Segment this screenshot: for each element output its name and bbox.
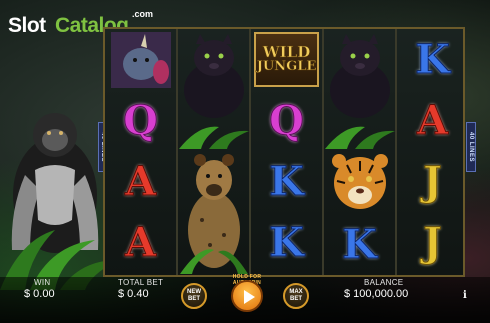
total-bet-display: TOTAL BET $ 0.40 bbox=[118, 278, 163, 300]
info-icon[interactable]: i bbox=[463, 290, 467, 301]
ferns-symbol bbox=[178, 119, 249, 149]
rhino-symbol bbox=[105, 29, 176, 90]
wild-jungle-symbol: WILD JUNGLE bbox=[251, 29, 322, 90]
symbol-q: Q bbox=[123, 97, 159, 145]
wild-jungle-logo: WILD JUNGLE bbox=[254, 32, 319, 87]
panther-icon bbox=[329, 34, 390, 118]
reel-2 bbox=[178, 29, 249, 275]
ferns-symbol bbox=[324, 119, 395, 149]
total-bet-value: $ 0.40 bbox=[118, 288, 149, 300]
balance-label: BALANCE bbox=[364, 278, 404, 287]
tiger-symbol bbox=[324, 149, 395, 214]
panther-icon bbox=[183, 34, 244, 118]
reel-5: K A J J bbox=[397, 29, 463, 275]
reel-4: K bbox=[324, 29, 395, 275]
win-label: WIN bbox=[34, 278, 51, 287]
lines-badge-right: 40 LINES bbox=[466, 122, 476, 172]
new-bet-button[interactable]: NEW BET bbox=[181, 283, 207, 309]
symbol-j: J bbox=[423, 219, 443, 267]
panther-symbol bbox=[324, 29, 395, 119]
fern-icon bbox=[324, 126, 395, 149]
rhino-icon bbox=[110, 31, 171, 88]
spin-button[interactable] bbox=[231, 280, 263, 312]
balance-display: BALANCE $ 100,000.00 bbox=[344, 278, 408, 300]
play-icon bbox=[244, 290, 255, 304]
total-bet-label: TOTAL BET bbox=[118, 278, 164, 287]
symbol-q: Q bbox=[269, 97, 305, 145]
symbol-k: K bbox=[269, 158, 305, 206]
reel-3: WILD JUNGLE Q K K bbox=[251, 29, 322, 275]
panther-symbol bbox=[178, 29, 249, 119]
fern-icon bbox=[178, 126, 249, 149]
hyena-icon bbox=[179, 154, 248, 274]
wild-text: WILD bbox=[262, 43, 311, 61]
reel-1: Q A A bbox=[105, 29, 176, 275]
symbol-j: J bbox=[423, 158, 443, 206]
symbol-a: A bbox=[416, 97, 449, 145]
symbol-k: K bbox=[342, 221, 378, 269]
symbol-k: K bbox=[269, 219, 305, 267]
logo-slot-text: Slot bbox=[8, 14, 46, 37]
symbol-k: K bbox=[415, 36, 451, 84]
jungle-text: JUNGLE bbox=[256, 59, 317, 74]
hyena-symbol bbox=[178, 149, 249, 275]
reels-grid: Q A A WILD JUNGLE Q K K K K A J J bbox=[103, 27, 465, 277]
symbol-a: A bbox=[124, 158, 157, 206]
logo-com-text: .com bbox=[132, 9, 154, 19]
tiger-icon bbox=[331, 153, 388, 209]
win-value: $ 0.00 bbox=[24, 288, 55, 300]
symbol-a: A bbox=[124, 219, 157, 267]
balance-value: $ 100,000.00 bbox=[344, 288, 409, 300]
max-bet-button[interactable]: MAX BET bbox=[283, 283, 309, 309]
win-display: WIN $ 0.00 bbox=[24, 278, 55, 300]
